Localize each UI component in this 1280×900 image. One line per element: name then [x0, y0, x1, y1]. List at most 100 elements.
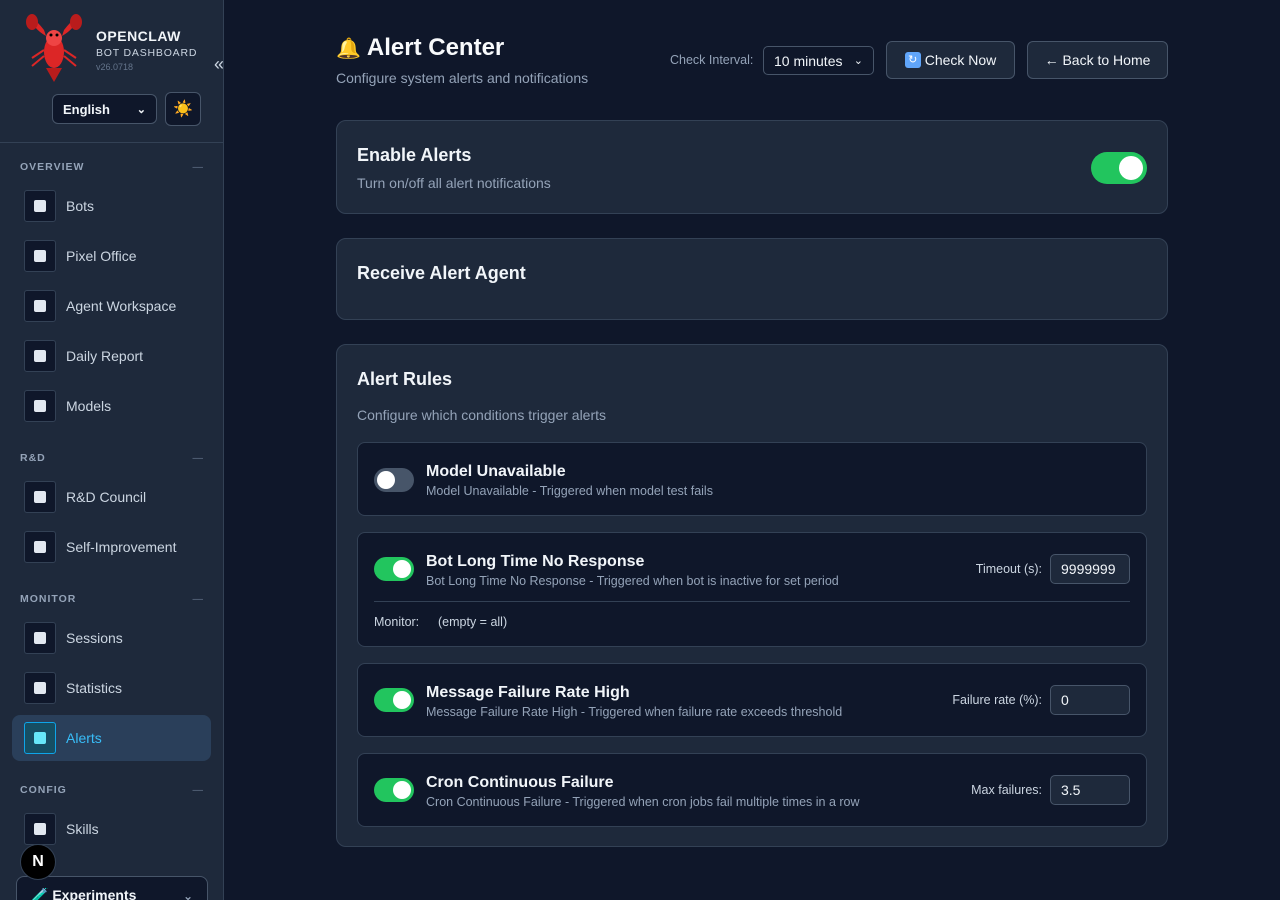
sidebar-item-label: Statistics	[66, 680, 123, 696]
experiments-toggle[interactable]: 🧪 Experiments ⌄	[16, 876, 208, 900]
rule-message-failure-rate: Message Failure Rate High Message Failur…	[357, 663, 1147, 737]
sidebar-item-self-improvement[interactable]: Self-Improvement	[12, 524, 211, 570]
sidebar-item-statistics[interactable]: Statistics	[12, 665, 211, 711]
sidebar-item-label: Skills	[66, 821, 99, 837]
section-title: R&D	[20, 452, 46, 464]
section-title: MONITOR	[20, 593, 77, 605]
sidebar-item-rnd-council[interactable]: R&D Council	[12, 474, 211, 520]
sidebar-item-label: Agent Workspace	[66, 298, 177, 314]
sidebar-item-sessions[interactable]: Sessions	[12, 615, 211, 661]
page-title: 🔔 Alert Center	[336, 34, 504, 62]
rule-description: Bot Long Time No Response - Triggered wh…	[426, 574, 839, 588]
brand: OPENCLAW BOT DASHBOARD v26.0718 «	[24, 14, 223, 84]
office-icon	[24, 240, 56, 272]
robot-icon	[24, 190, 56, 222]
chevron-down-icon: ⌄	[136, 103, 146, 116]
collapse-section-icon[interactable]: —	[193, 784, 205, 796]
bell-icon: 🔔	[336, 37, 361, 60]
card-title: Alert Rules	[357, 369, 453, 389]
statistics-icon	[24, 672, 56, 704]
skills-icon	[24, 813, 56, 845]
section-title: OVERVIEW	[20, 161, 85, 173]
check-now-button[interactable]: ↻ Check Now	[886, 41, 1015, 79]
rule-toggle[interactable]	[374, 778, 414, 802]
section-rnd-header[interactable]: R&D —	[20, 452, 204, 464]
language-select[interactable]: English ⌄	[52, 94, 157, 124]
enable-alerts-card: Enable Alerts Turn on/off all alert noti…	[336, 120, 1168, 214]
collapse-section-icon[interactable]: —	[193, 452, 205, 464]
timeout-input[interactable]: 9999999	[1050, 554, 1130, 584]
sidebar-divider	[0, 142, 223, 143]
page-title-text: Alert Center	[366, 34, 505, 61]
rule-description: Cron Continuous Failure - Triggered when…	[426, 795, 860, 809]
version-label: v26.0718	[96, 62, 134, 72]
refresh-icon: ↻	[904, 52, 921, 68]
card-title: Receive Alert Agent	[357, 263, 526, 283]
language-value: English	[63, 101, 110, 117]
sidebar-item-label: Alerts	[66, 730, 102, 746]
nextjs-dev-badge[interactable]: N	[20, 844, 56, 880]
rule-toggle[interactable]	[374, 468, 414, 492]
lobster-logo-icon	[26, 14, 82, 82]
rule-cron-failure: Cron Continuous Failure Cron Continuous …	[357, 753, 1147, 827]
failure-rate-label: Failure rate (%):	[952, 693, 1042, 707]
check-interval-label: Check Interval:	[670, 53, 754, 67]
rule-divider	[374, 601, 1130, 602]
section-monitor-header[interactable]: MONITOR —	[20, 593, 204, 605]
sidebar-item-pixel-office[interactable]: Pixel Office	[12, 233, 211, 279]
card-description: Turn on/off all alert notifications	[357, 175, 551, 191]
alerts-icon	[24, 722, 56, 754]
sidebar-item-label: Daily Report	[66, 348, 144, 364]
card-title: Enable Alerts	[357, 145, 472, 165]
back-to-home-label: ← Back to Home	[1044, 52, 1151, 68]
sidebar-item-alerts[interactable]: Alerts	[12, 715, 211, 761]
workspace-icon	[24, 290, 56, 322]
collapse-section-icon[interactable]: —	[193, 161, 205, 173]
check-interval-select[interactable]: 10 minutes ⌄	[763, 46, 874, 75]
sidebar-item-agent-workspace[interactable]: Agent Workspace	[12, 283, 211, 329]
max-failures-label: Max failures:	[971, 783, 1042, 797]
monitor-label: Monitor:	[374, 615, 420, 629]
report-icon	[24, 340, 56, 372]
rule-title: Cron Continuous Failure	[426, 774, 614, 791]
receive-alert-agent-card: Receive Alert Agent	[336, 238, 1168, 320]
section-overview-header[interactable]: OVERVIEW —	[20, 161, 204, 173]
rule-model-unavailable: Model Unavailable Model Unavailable - Tr…	[357, 442, 1147, 516]
collapse-sidebar-icon[interactable]: «	[214, 55, 223, 73]
rule-description: Message Failure Rate High - Triggered wh…	[426, 705, 843, 719]
rule-title: Bot Long Time No Response	[426, 553, 645, 570]
sidebar-item-label: Self-Improvement	[66, 539, 177, 555]
timeout-label: Timeout (s):	[975, 562, 1042, 576]
enable-alerts-toggle[interactable]	[1091, 152, 1147, 184]
rule-toggle[interactable]	[374, 557, 414, 581]
model-icon	[24, 390, 56, 422]
sidebar-item-models[interactable]: Models	[12, 383, 211, 429]
section-config-header[interactable]: CONFIG —	[20, 784, 204, 796]
brand-subtitle: BOT DASHBOARD	[96, 47, 198, 59]
page-subtitle: Configure system alerts and notification…	[336, 70, 589, 86]
rule-bot-no-response: Bot Long Time No Response Bot Long Time …	[357, 532, 1147, 647]
chevron-down-icon: ⌄	[853, 55, 863, 67]
collapse-section-icon[interactable]: —	[193, 593, 205, 605]
failure-rate-input[interactable]: 0	[1050, 685, 1130, 715]
chevron-down-icon: ⌄	[182, 889, 193, 900]
sidebar-item-label: Bots	[66, 198, 95, 214]
sidebar-item-daily-report[interactable]: Daily Report	[12, 333, 211, 379]
monitor-value[interactable]: (empty = all)	[438, 615, 507, 629]
sun-icon: ☀️	[173, 101, 193, 118]
sessions-icon	[24, 622, 56, 654]
check-now-label: Check Now	[924, 52, 997, 68]
rule-title: Model Unavailable	[426, 463, 566, 480]
check-interval-value: 10 minutes	[774, 52, 843, 69]
max-failures-input[interactable]: 3.5	[1050, 775, 1130, 805]
sidebar: OPENCLAW BOT DASHBOARD v26.0718 « Englis…	[0, 0, 224, 900]
rule-toggle[interactable]	[374, 688, 414, 712]
card-description: Configure which conditions trigger alert…	[357, 407, 607, 423]
rule-description: Model Unavailable - Triggered when model…	[426, 484, 713, 498]
improvement-icon	[24, 531, 56, 563]
sidebar-item-bots[interactable]: Bots	[12, 183, 211, 229]
sidebar-item-label: Pixel Office	[66, 248, 137, 264]
theme-toggle-button[interactable]: ☀️	[165, 92, 201, 126]
experiments-label: 🧪 Experiments	[31, 887, 137, 900]
back-to-home-button[interactable]: ← Back to Home	[1027, 41, 1168, 79]
